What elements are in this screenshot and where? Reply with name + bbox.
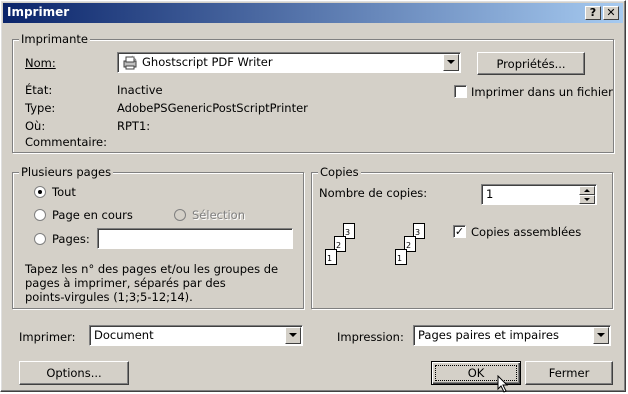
copies-count-value: 1 bbox=[486, 187, 494, 201]
print-range-combo[interactable]: Pages paires et impaires bbox=[413, 325, 611, 346]
copies-count-label: Nombre de copies: bbox=[319, 186, 428, 200]
page-number: 1 bbox=[397, 254, 403, 263]
properties-button-label: Propriétés... bbox=[496, 57, 566, 71]
radio-current-page-label[interactable]: Page en cours bbox=[52, 208, 133, 222]
collate-checkbox[interactable]: ✓ bbox=[453, 225, 466, 238]
printer-group-legend: Imprimante bbox=[19, 32, 90, 46]
radio-all-label[interactable]: Tout bbox=[52, 185, 76, 199]
options-button[interactable]: Options... bbox=[19, 361, 129, 385]
pages-group-legend: Plusieurs pages bbox=[19, 165, 114, 179]
print-what-dropdown-icon[interactable] bbox=[285, 327, 301, 344]
radio-selection bbox=[174, 209, 186, 221]
pages-help-line-3: points-virgules (1;3;5-12;14). bbox=[25, 290, 193, 304]
print-what-label: Imprimer: bbox=[19, 330, 76, 344]
type-value: AdobePSGenericPostScriptPrinter bbox=[117, 101, 308, 115]
copies-group-legend: Copies bbox=[318, 165, 361, 179]
mouse-cursor-icon bbox=[497, 375, 509, 393]
radio-pages-label[interactable]: Pages: bbox=[52, 232, 90, 246]
type-label: Type: bbox=[25, 101, 56, 115]
pages-help-line-1: Tapez les n° des pages et/ou les groupes… bbox=[25, 262, 279, 276]
window-title: Imprimer bbox=[7, 5, 70, 19]
print-what-combo[interactable]: Document bbox=[89, 325, 303, 346]
collate-page-1a: 1 bbox=[325, 249, 337, 265]
printer-dropdown-icon[interactable] bbox=[443, 54, 459, 71]
printer-name-label: Nom: bbox=[25, 56, 56, 70]
spinner-arrows[interactable] bbox=[579, 186, 595, 204]
help-button[interactable]: ? bbox=[585, 6, 601, 20]
print-range-label: Impression: bbox=[337, 330, 404, 344]
copies-count-spinner[interactable]: 1 bbox=[481, 184, 597, 205]
print-dialog: Imprimer ? ✕ Imprimante Nom: Ghostscript… bbox=[0, 0, 626, 393]
print-what-value: Document bbox=[94, 328, 154, 342]
print-to-file-checkbox[interactable] bbox=[454, 85, 467, 98]
pages-help-line-2: pages à imprimer, séparés par des bbox=[25, 276, 226, 290]
spin-down-icon[interactable] bbox=[579, 195, 595, 204]
printer-icon bbox=[123, 55, 137, 70]
radio-current-page[interactable] bbox=[34, 209, 46, 221]
collate-label[interactable]: Copies assemblées bbox=[471, 225, 581, 239]
page-number: 1 bbox=[327, 254, 333, 263]
print-to-file-label[interactable]: Imprimer dans un fichier bbox=[471, 85, 613, 99]
radio-pages[interactable] bbox=[34, 233, 46, 245]
close-dialog-button[interactable]: Fermer bbox=[525, 361, 613, 385]
print-range-dropdown-icon[interactable] bbox=[593, 327, 609, 344]
state-label: État: bbox=[25, 83, 53, 97]
state-value: Inactive bbox=[117, 83, 163, 97]
pages-input[interactable] bbox=[97, 228, 293, 249]
title-bar: Imprimer ? ✕ bbox=[3, 3, 623, 23]
printer-name-value: Ghostscript PDF Writer bbox=[142, 55, 273, 69]
properties-button[interactable]: Propriétés... bbox=[477, 52, 585, 75]
radio-all[interactable] bbox=[34, 186, 46, 198]
comment-label: Commentaire: bbox=[25, 135, 108, 149]
options-button-label: Options... bbox=[46, 366, 102, 380]
radio-selection-label: Sélection bbox=[192, 208, 245, 222]
print-range-value: Pages paires et impaires bbox=[418, 328, 559, 342]
close-button[interactable]: ✕ bbox=[603, 6, 619, 20]
where-value: RPT1: bbox=[117, 119, 151, 133]
spin-up-icon[interactable] bbox=[579, 186, 595, 195]
close-dialog-button-label: Fermer bbox=[548, 366, 590, 380]
printer-name-combo[interactable]: Ghostscript PDF Writer bbox=[117, 52, 461, 73]
where-label: Où: bbox=[25, 119, 46, 133]
collate-page-1b: 1 bbox=[395, 249, 407, 265]
